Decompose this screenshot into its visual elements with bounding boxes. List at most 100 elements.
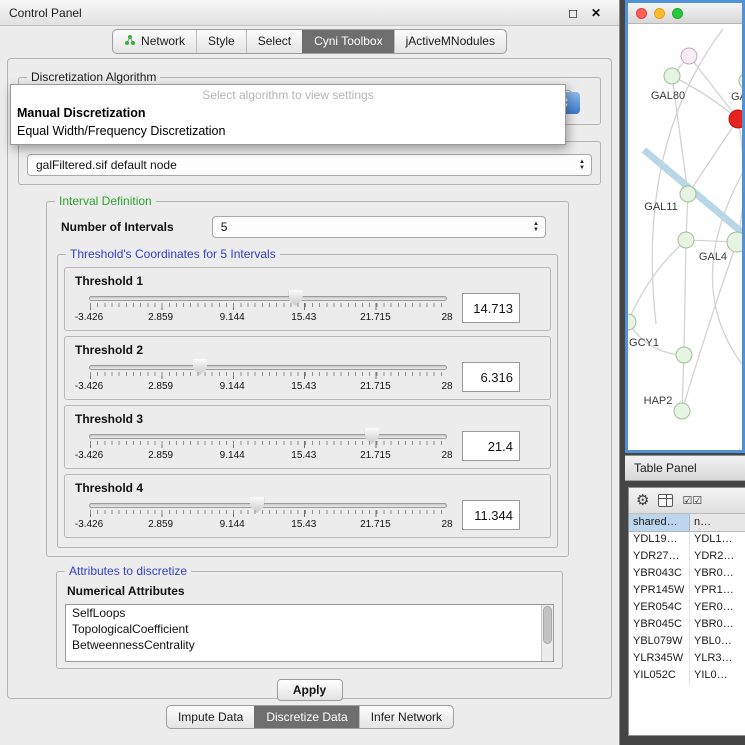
table-data-combobox-value: galFiltered.sif default node <box>36 158 579 172</box>
tab-network[interactable]: Network <box>113 30 196 53</box>
node-gal11[interactable] <box>680 186 696 202</box>
tick-label: 9.144 <box>220 519 245 530</box>
node-gal80[interactable] <box>664 68 680 84</box>
threshold-panel: Threshold 4 -3.4262.8599.14415.4321.7152… <box>64 474 551 538</box>
threshold-value-field[interactable]: 11.344 <box>462 500 520 530</box>
table-row[interactable]: YBR045CYBR0… <box>629 617 745 634</box>
threshold-slider[interactable]: -3.4262.8599.14415.4321.71528 <box>89 357 447 397</box>
tab-style[interactable]: Style <box>196 30 246 53</box>
table-row[interactable]: YIL052CYIL0… <box>629 668 745 685</box>
close-icon[interactable]: ✕ <box>591 6 601 20</box>
node[interactable] <box>678 232 694 248</box>
node-selected-red[interactable] <box>729 110 742 128</box>
zoom-traffic-light[interactable] <box>672 8 683 19</box>
columns-icon[interactable] <box>658 494 673 507</box>
slider-ticks <box>90 303 447 307</box>
node-hap2[interactable] <box>674 403 690 419</box>
threshold-slider[interactable]: -3.4262.8599.14415.4321.71528 <box>89 288 447 328</box>
threshold-value-field[interactable]: 6.316 <box>462 362 520 392</box>
node[interactable] <box>681 48 697 64</box>
table-panel-header: Table Panel <box>625 455 745 481</box>
table-cell: YER054C <box>629 600 690 617</box>
tab-select[interactable]: Select <box>246 30 302 53</box>
table-cell: YBR045C <box>629 617 690 634</box>
tab-label: Cyni Toolbox <box>314 34 382 48</box>
threshold-value-field[interactable]: 14.713 <box>462 293 520 323</box>
threshold-slider[interactable]: -3.4262.8599.14415.4321.71528 <box>89 495 447 535</box>
tick-label: 21.715 <box>360 450 391 461</box>
slider-scale: -3.4262.8599.14415.4321.71528 <box>89 312 447 324</box>
tab-infer-network[interactable]: Infer Network <box>359 706 453 728</box>
float-window-icon[interactable]: ◻ <box>568 6 578 20</box>
network-canvas[interactable]: GAL80 GA GAL11 GAL4 GCY1 HAP2 <box>628 24 742 450</box>
slider-track[interactable] <box>89 503 447 508</box>
slider-track[interactable] <box>89 296 447 301</box>
column-header-name[interactable]: n… <box>690 514 745 531</box>
node-gal4[interactable] <box>727 232 742 252</box>
table-row[interactable]: YPR145WYPR1… <box>629 583 745 600</box>
table-cell: YDR2… <box>690 549 745 566</box>
group-label: Interval Definition <box>55 194 156 209</box>
table-row[interactable]: YDL19…YDL1… <box>629 532 745 549</box>
table-row[interactable]: YER054CYER0… <box>629 600 745 617</box>
tick-label: 2.859 <box>148 312 173 323</box>
gear-icon[interactable]: ⚙ <box>636 493 649 508</box>
dropdown-option-equal-width[interactable]: Equal Width/Frequency Discretization <box>11 122 565 140</box>
node-label: GAL4 <box>699 251 727 263</box>
node-label: GA <box>731 91 742 103</box>
tick-label: 15.43 <box>291 450 316 461</box>
slider-track[interactable] <box>89 365 447 370</box>
scrollbar-thumb[interactable] <box>543 606 552 644</box>
tab-jactivemnodules[interactable]: jActiveMNodules <box>394 30 506 53</box>
column-header-shared[interactable]: shared… <box>629 514 690 531</box>
node[interactable] <box>739 73 742 89</box>
interval-definition-group: Interval Definition Number of Intervals … <box>46 201 569 557</box>
tab-cyni-toolbox[interactable]: Cyni Toolbox <box>302 30 393 53</box>
table-cell: YDL19… <box>629 532 690 549</box>
table-row[interactable]: YBR043CYBR0… <box>629 566 745 583</box>
minimize-traffic-light[interactable] <box>654 8 665 19</box>
tick-label: -3.426 <box>75 450 103 461</box>
table-data-combobox[interactable]: galFiltered.sif default node ▲▼ <box>27 154 592 176</box>
dropdown-option-manual-discretization[interactable]: Manual Discretization <box>11 104 565 122</box>
table-cell: YIL0… <box>690 668 745 685</box>
table-row[interactable]: YDR27…YDR2… <box>629 549 745 566</box>
threshold-value-field[interactable]: 21.4 <box>462 431 520 461</box>
table-panel-title: Table Panel <box>634 461 697 475</box>
tab-impute-data[interactable]: Impute Data <box>167 706 254 728</box>
close-traffic-light[interactable] <box>636 8 647 19</box>
panel-title: Control Panel <box>9 6 82 20</box>
tick-label: 2.859 <box>148 381 173 392</box>
table-cell: YLR3… <box>690 651 745 668</box>
network-window-titlebar <box>628 3 742 24</box>
select-checkboxes-icon[interactable]: ☑☑ <box>682 494 702 507</box>
slider-ticks <box>90 510 447 514</box>
control-panel: Control Panel ◻ ✕ Network Style Select C… <box>0 0 620 745</box>
tab-label: Infer Network <box>371 710 442 724</box>
apply-button[interactable]: Apply <box>277 679 343 701</box>
top-tabbar: Network Style Select Cyni Toolbox jActiv… <box>0 26 619 56</box>
numerical-attributes-list[interactable]: SelfLoopsTopologicalCoefficientBetweenne… <box>65 604 554 662</box>
table-row[interactable]: YLR345WYLR3… <box>629 651 745 668</box>
table-cell: YER0… <box>690 600 745 617</box>
network-nodes[interactable] <box>628 48 742 419</box>
scrollbar[interactable] <box>541 605 553 661</box>
attribute-list-item[interactable]: SelfLoops <box>66 605 540 621</box>
attribute-list-item[interactable]: TopologicalCoefficient <box>66 621 540 637</box>
tick-label: 21.715 <box>360 312 391 323</box>
dropdown-placeholder-item: Select algorithm to view settings <box>11 87 565 104</box>
number-of-intervals-combobox[interactable]: 5 ▲▼ <box>212 216 546 238</box>
table-row[interactable]: YBL079WYBL0… <box>629 634 745 651</box>
attributes-group: Attributes to discretize Numerical Attri… <box>56 571 563 669</box>
threshold-slider[interactable]: -3.4262.8599.14415.4321.71528 <box>89 426 447 466</box>
slider-track[interactable] <box>89 434 447 439</box>
table-cell: YPR1… <box>690 583 745 600</box>
node[interactable] <box>676 347 692 363</box>
tick-label: 2.859 <box>148 519 173 530</box>
tab-label: Style <box>208 34 235 48</box>
attribute-list-item[interactable]: BetweennessCentrality <box>66 637 540 653</box>
table-cell: YPR145W <box>629 583 690 600</box>
tab-discretize-data[interactable]: Discretize Data <box>254 706 358 728</box>
table-cell: YBR0… <box>690 566 745 583</box>
node-gcy1[interactable] <box>628 314 636 330</box>
